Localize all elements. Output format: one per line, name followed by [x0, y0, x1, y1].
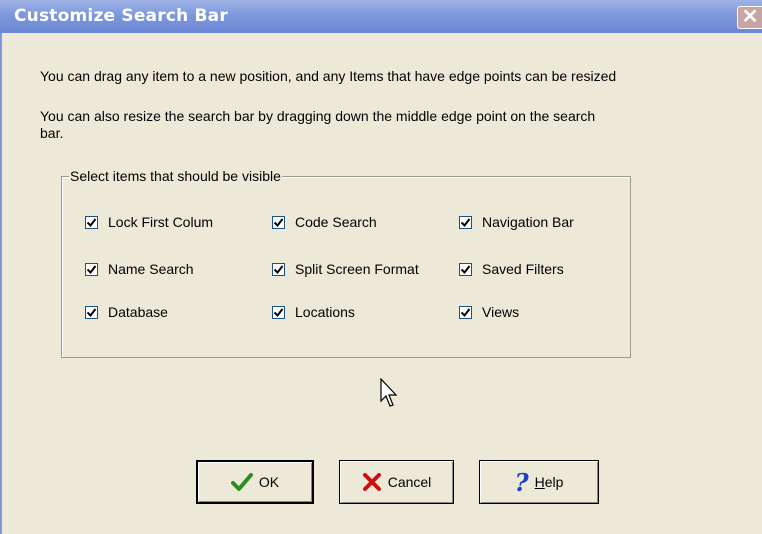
checkbox-box[interactable]	[85, 215, 98, 229]
checkbox-locations[interactable]: Locations	[272, 304, 355, 320]
checkbox-label: Views	[482, 304, 520, 320]
checkbox-lock-first-column[interactable]: Lock First Colum	[85, 214, 213, 230]
checkbox-label: Saved Filters	[482, 261, 564, 277]
window-title: Customize Search Bar	[14, 6, 228, 26]
info-text-3: bar.	[40, 125, 64, 141]
checkbox-label: Database	[108, 304, 168, 320]
help-mnemonic: H	[534, 474, 545, 490]
mouse-cursor-icon	[380, 378, 398, 407]
checkbox-label: Name Search	[108, 261, 194, 277]
checkbox-box[interactable]	[272, 305, 285, 319]
x-icon	[362, 472, 382, 492]
checkbox-box[interactable]	[459, 262, 472, 276]
checkbox-label: Lock First Colum	[108, 214, 214, 230]
window-border	[0, 33, 2, 534]
cancel-button[interactable]: Cancel	[339, 460, 454, 504]
ok-button[interactable]: OK	[196, 460, 314, 504]
close-icon: ✕	[741, 6, 759, 28]
info-text-2: You can also resize the search bar by dr…	[40, 108, 596, 124]
group-legend: Select items that should be visible	[69, 168, 282, 184]
checkbox-box[interactable]	[272, 262, 285, 276]
checkbox-box[interactable]	[272, 215, 285, 229]
checkbox-views[interactable]: Views	[459, 304, 519, 320]
checkbox-label: Split Screen Format	[295, 261, 419, 277]
checkbox-box[interactable]	[459, 215, 472, 229]
checkbox-box[interactable]	[85, 305, 98, 319]
cancel-label: Cancel	[387, 474, 432, 490]
checkbox-database[interactable]: Database	[85, 304, 168, 320]
ok-label: OK	[258, 474, 280, 490]
question-icon: ?	[514, 467, 529, 497]
checkbox-code-search[interactable]: Code Search	[272, 214, 377, 230]
checkbox-name-search[interactable]: Name Search	[85, 261, 194, 277]
checkbox-label: Locations	[295, 304, 355, 320]
checkbox-box[interactable]	[85, 262, 98, 276]
checkbox-navigation-bar[interactable]: Navigation Bar	[459, 214, 574, 230]
help-label: Help	[535, 474, 564, 490]
checkbox-label: Navigation Bar	[482, 214, 574, 230]
help-button[interactable]: ? Help	[479, 460, 599, 504]
checkbox-box[interactable]	[459, 305, 472, 319]
checkbox-saved-filters[interactable]: Saved Filters	[459, 261, 564, 277]
help-label-rest: elp	[544, 474, 564, 490]
title-bar[interactable]: Customize Search Bar ✕	[0, 0, 762, 33]
checkbox-split-screen-format[interactable]: Split Screen Format	[272, 261, 419, 277]
close-button[interactable]: ✕	[737, 6, 762, 29]
checkbox-label: Code Search	[295, 214, 377, 230]
check-icon	[230, 472, 253, 492]
info-text-1: You can drag any item to a new position,…	[40, 68, 617, 84]
